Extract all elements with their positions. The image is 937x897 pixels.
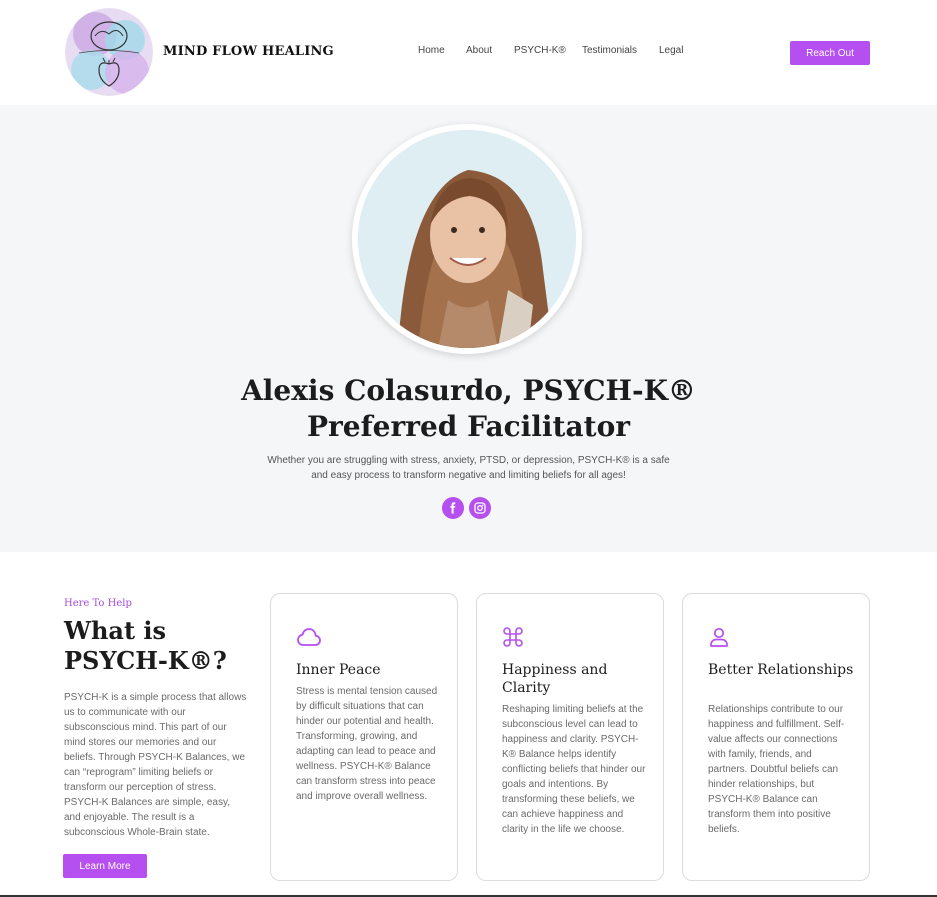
card-better-relationships: Better Relationships Relationships contr… <box>682 593 870 881</box>
profile-photo <box>358 130 576 348</box>
hero-title: Alexis Colasurdo, PSYCH-K® Preferred Fac… <box>0 373 937 445</box>
hero-subtitle-line2: and easy process to transform negative a… <box>311 470 626 481</box>
hero-section: Alexis Colasurdo, PSYCH-K® Preferred Fac… <box>0 105 937 552</box>
intro-kicker: Here To Help <box>64 598 132 609</box>
cloud-icon <box>297 628 321 646</box>
reach-out-button[interactable]: Reach Out <box>790 41 870 65</box>
facebook-icon <box>450 502 456 514</box>
intro-title: What is PSYCH-K®? <box>64 616 254 676</box>
card-inner-peace: Inner Peace Stress is mental tension cau… <box>270 593 458 881</box>
nav-legal[interactable]: Legal <box>659 45 683 56</box>
intro-title-line1: What is <box>64 616 167 645</box>
learn-more-button[interactable]: Learn More <box>63 854 147 878</box>
hero-title-line2: Preferred Facilitator <box>306 410 630 443</box>
hero-title-line1: Alexis Colasurdo, PSYCH-K® <box>241 374 696 407</box>
card-title: Happiness and Clarity <box>502 662 608 696</box>
card-body: Relationships contribute to our happines… <box>708 704 845 835</box>
intro-title-line2: PSYCH-K®? <box>64 646 227 675</box>
card-title: Inner Peace <box>296 662 381 678</box>
nav-about[interactable]: About <box>466 45 492 56</box>
card-body: Stress is mental tension caused by diffi… <box>296 686 438 802</box>
card-title: Better Relationships <box>708 662 854 678</box>
user-icon <box>710 627 728 647</box>
nav-psych-k[interactable]: PSYCH-K® <box>514 45 566 56</box>
instagram-link[interactable] <box>469 497 491 519</box>
card-body: Reshaping limiting beliefs at the subcon… <box>502 704 646 835</box>
nav-home[interactable]: Home <box>418 45 445 56</box>
profile-photo-frame <box>352 124 582 354</box>
intro-text: PSYCH-K is a simple process that allows … <box>64 692 247 838</box>
facebook-link[interactable] <box>442 497 464 519</box>
nav-testimonials[interactable]: Testimonials <box>582 45 637 56</box>
instagram-icon <box>474 502 486 514</box>
card-happiness-clarity: Happiness and Clarity Reshaping limiting… <box>476 593 664 881</box>
hero-subtitle-line1: Whether you are struggling with stress, … <box>267 455 670 466</box>
hero-subtitle: Whether you are struggling with stress, … <box>250 453 687 483</box>
site-header: MIND FLOW HEALING Home About PSYCH-K® Te… <box>0 0 937 105</box>
command-icon <box>503 627 523 647</box>
